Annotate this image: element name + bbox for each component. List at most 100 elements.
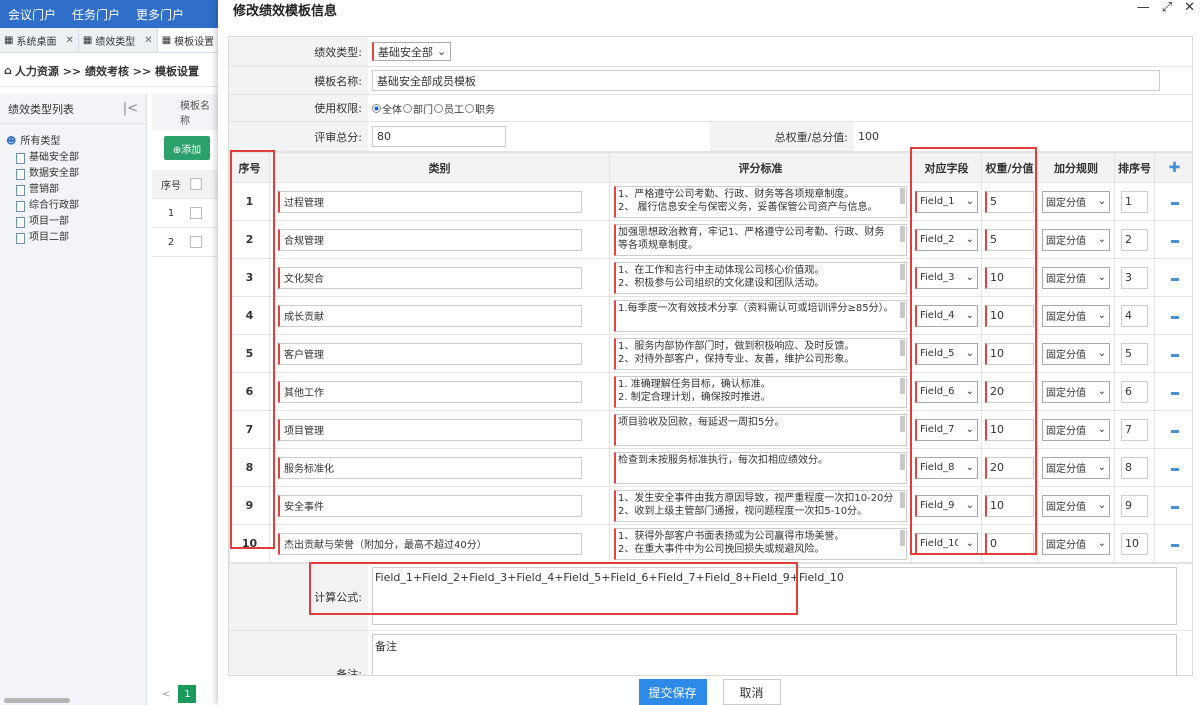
criteria-textarea[interactable]: 项目验收及回款，每延迟一周扣5分。 [614,413,907,446]
field-select[interactable]: Field_1 ⌄ [915,190,978,213]
weight-input[interactable]: 20 [985,456,1034,479]
order-input[interactable]: 2 [1121,228,1148,251]
field-select[interactable]: Field_4 ⌄ [915,304,978,327]
order-input[interactable]: 9 [1121,494,1148,517]
field-select[interactable]: Field_6 ⌄ [915,380,978,403]
order-input[interactable]: 6 [1121,380,1148,403]
criteria-textarea[interactable]: 1. 准确理解任务目标，确认标准。 2. 制定合理计划，确保按时推进。 [614,375,907,408]
category-input[interactable]: 合规管理 [278,228,582,251]
field-select[interactable]: Field_2 ⌄ [915,228,978,251]
table-row[interactable]: 1 [152,199,218,228]
rule-select[interactable]: 固定分值 ⌄ [1042,418,1110,441]
nav-more-portal[interactable]: 更多门户 [128,6,192,23]
remove-row-icon[interactable] [1170,544,1179,547]
close-icon[interactable]: ✕ [144,35,152,46]
row-checkbox[interactable] [190,236,202,248]
criteria-textarea[interactable]: 1、获得外部客户书面表扬或为公司赢得市场美誉。 2、在重大事件中为公司挽回损失或… [614,527,907,560]
add-row-icon[interactable]: ✚ [1154,152,1192,183]
order-input[interactable]: 1 [1121,190,1148,213]
tab-performance-type[interactable]: ▦ 绩效类型 ✕ [79,28,158,52]
radio-position[interactable]: 职务 [465,101,495,116]
rule-select[interactable]: 固定分值 ⌄ [1042,532,1110,555]
criteria-textarea[interactable]: 加强思想政治教育，牢记1、严格遵守公司考勤、行政、财务等各项规章制度。 [614,223,907,256]
weight-input[interactable]: 10 [985,494,1034,517]
tree-item[interactable]: 项目二部 [6,230,140,246]
criteria-textarea[interactable]: 1、服务内部协作部门时，做到积极响应、及时反馈。 2、对待外部客户，保持专业、友… [614,337,907,370]
category-input[interactable]: 项目管理 [278,418,582,441]
field-select[interactable]: Field_10 ⌄ [915,532,978,555]
category-input[interactable]: 其他工作 [278,380,582,403]
rule-select[interactable]: 固定分值 ⌄ [1042,228,1110,251]
category-input[interactable]: 安全事件 [278,494,582,517]
current-page[interactable]: 1 [178,685,197,703]
remove-row-icon[interactable] [1170,392,1179,395]
field-select[interactable]: Field_3 ⌄ [915,266,978,289]
radio-dept[interactable]: 部门 [403,101,433,116]
weight-input[interactable]: 5 [985,228,1034,251]
select-all-checkbox[interactable] [190,178,202,190]
order-input[interactable]: 7 [1121,418,1148,441]
remove-row-icon[interactable] [1170,278,1179,281]
tree-item[interactable]: 数据安全部 [6,166,140,182]
tree-item[interactable]: 基础安全部 [6,150,140,166]
tree-item[interactable]: 项目一部 [6,214,140,230]
nav-task-portal[interactable]: 任务门户 [64,6,128,23]
category-input[interactable]: 服务标准化 [278,456,582,479]
order-input[interactable]: 5 [1121,342,1148,365]
submit-button[interactable]: 提交保存 [638,679,707,705]
weight-input[interactable]: 20 [985,380,1034,403]
weight-input[interactable]: 10 [985,418,1034,441]
remove-row-icon[interactable] [1170,240,1179,243]
total-score-input[interactable]: 80 [372,126,506,147]
order-input[interactable]: 8 [1121,456,1148,479]
remark-textarea[interactable]: 备注 [372,634,1177,675]
category-input[interactable]: 成长贡献 [278,304,582,327]
horizontal-scrollbar[interactable] [4,698,70,703]
template-name-input[interactable]: 基础安全部成员模板 [372,70,1160,91]
remove-row-icon[interactable] [1170,354,1179,357]
remove-row-icon[interactable] [1170,430,1179,433]
minimize-icon[interactable]: — [1137,0,1150,15]
close-icon[interactable]: ✕ [1184,0,1195,15]
tab-desktop[interactable]: ▦ 系统桌面 ✕ [0,28,79,52]
remove-row-icon[interactable] [1170,316,1179,319]
criteria-textarea[interactable]: 1、发生安全事件由我方原因导致，视严重程度一次扣10-20分 2、收到上级主管部… [614,489,907,522]
category-input[interactable]: 杰出贡献与荣誉（附加分，最高不超过40分） [278,532,582,555]
criteria-textarea[interactable]: 1、在工作和言行中主动体现公司核心价值观。 2、积极参与公司组织的文化建设和团队… [614,261,907,294]
tree-root[interactable]: ☻ 所有类型 [6,134,140,150]
remove-row-icon[interactable] [1170,506,1179,509]
weight-input[interactable]: 10 [985,342,1034,365]
maximize-icon[interactable]: ⤢ [1162,0,1172,15]
radio-all[interactable]: 全体 [372,101,402,116]
rule-select[interactable]: 固定分值 ⌄ [1042,266,1110,289]
close-icon[interactable]: ✕ [65,35,73,46]
prev-page-icon[interactable]: < [162,689,170,700]
cancel-button[interactable]: 取消 [722,679,781,705]
rule-select[interactable]: 固定分值 ⌄ [1042,190,1110,213]
criteria-textarea[interactable]: 1.每季度一次有效技术分享（资料需认可或培训评分≥85分）。 [614,299,907,332]
weight-input[interactable]: 10 [985,266,1034,289]
tree-item[interactable]: 营销部 [6,182,140,198]
field-select[interactable]: Field_9 ⌄ [915,494,978,517]
order-input[interactable]: 10 [1121,532,1148,555]
nav-meeting-portal[interactable]: 会议门户 [0,6,64,23]
add-button[interactable]: ⊕添加 [164,136,210,160]
rule-select[interactable]: 固定分值 ⌄ [1042,380,1110,403]
tree-item[interactable]: 综合行政部 [6,198,140,214]
radio-staff[interactable]: 员工 [434,101,464,116]
weight-input[interactable]: 5 [985,190,1034,213]
order-input[interactable]: 3 [1121,266,1148,289]
field-select[interactable]: Field_5 ⌄ [915,342,978,365]
criteria-textarea[interactable]: 检查到未按服务标准执行，每次扣相应绩效分。 [614,451,907,484]
category-input[interactable]: 过程管理 [278,190,582,213]
weight-input[interactable]: 0 [985,532,1034,555]
category-input[interactable]: 文化契合 [278,266,582,289]
rule-select[interactable]: 固定分值 ⌄ [1042,304,1110,327]
rule-select[interactable]: 固定分值 ⌄ [1042,494,1110,517]
row-checkbox[interactable] [190,207,202,219]
weight-input[interactable]: 10 [985,304,1034,327]
tab-template-settings[interactable]: ▦ 模板设置 [157,28,220,52]
field-select[interactable]: Field_7 ⌄ [915,418,978,441]
category-input[interactable]: 客户管理 [278,342,582,365]
remove-row-icon[interactable] [1170,468,1179,471]
